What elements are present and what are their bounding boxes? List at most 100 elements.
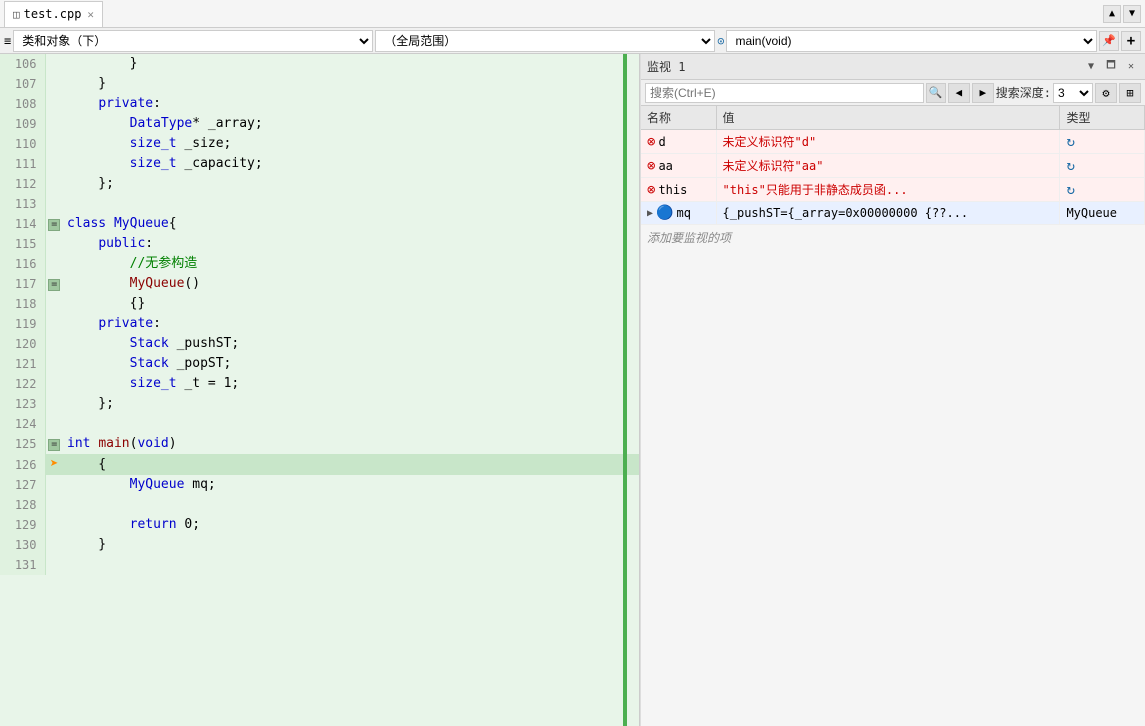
func-icon: ⊙ bbox=[717, 34, 724, 48]
watch-search-btn[interactable]: 🔍 bbox=[926, 83, 946, 103]
scope-select[interactable]: （全局范围） bbox=[375, 30, 715, 52]
code-line[interactable]: MyQueue() bbox=[63, 274, 639, 294]
code-line[interactable]: {} bbox=[63, 294, 639, 314]
fold-marker[interactable]: = bbox=[48, 439, 60, 451]
table-row: 120 Stack _pushST; bbox=[0, 334, 639, 354]
code-line[interactable]: } bbox=[63, 74, 639, 94]
code-editor[interactable]: 106 } 107 } 108 private: bbox=[0, 54, 640, 726]
expand-arrow-mq[interactable]: ▶ bbox=[647, 208, 653, 219]
gutter-arrow bbox=[45, 54, 63, 74]
table-row: 131 bbox=[0, 555, 639, 575]
table-row: 127 MyQueue mq; bbox=[0, 475, 639, 495]
code-line[interactable]: } bbox=[63, 535, 639, 555]
fold-marker[interactable]: = bbox=[48, 219, 60, 231]
pin-btn[interactable]: 📌 bbox=[1099, 31, 1119, 51]
watch-value-cell-d: 未定义标识符"d" bbox=[716, 130, 1060, 154]
line-number: 112 bbox=[0, 174, 45, 194]
gutter-arrow bbox=[45, 354, 63, 374]
line-number: 116 bbox=[0, 254, 45, 274]
table-row: 117 = MyQueue() bbox=[0, 274, 639, 294]
watch-refresh-aa[interactable]: ↻ bbox=[1066, 158, 1074, 174]
watch-value-mq: {_pushST={_array=0x00000000 {??... bbox=[723, 206, 969, 220]
code-line[interactable]: return 0; bbox=[63, 515, 639, 535]
watch-value-this: "this"只能用于非静态成员函... bbox=[723, 183, 908, 197]
func-select[interactable]: main(void) bbox=[726, 30, 1097, 52]
code-line[interactable]: private: bbox=[63, 94, 639, 114]
class-icon: ≡ bbox=[4, 34, 11, 48]
watch-dropdown-btn[interactable]: ▼ bbox=[1083, 59, 1099, 75]
gutter-arrow bbox=[45, 94, 63, 114]
watch-action-btn1[interactable]: ⚙ bbox=[1095, 83, 1117, 103]
watch-name-mq: mq bbox=[676, 206, 690, 220]
watch-name-cell[interactable]: ⊗ aa bbox=[641, 154, 716, 178]
watch-panel: 监视 1 ▼ 🗖 ✕ 🔍 ◀ ▶ 搜索深度: 3 1 2 4 5 ⚙ ⊞ bbox=[640, 54, 1145, 726]
arrow-up-btn[interactable]: ▲ bbox=[1103, 5, 1121, 23]
tab-close-btn[interactable]: ✕ bbox=[87, 8, 94, 21]
object-icon-mq: 🔵 bbox=[656, 205, 673, 221]
code-line[interactable]: size_t _t = 1; bbox=[63, 374, 639, 394]
watch-refresh-this[interactable]: ↻ bbox=[1066, 182, 1074, 198]
watch-restore-btn[interactable]: 🗖 bbox=[1103, 59, 1119, 75]
error-icon: ⊗ bbox=[647, 134, 655, 150]
col-name-header: 名称 bbox=[641, 106, 716, 130]
code-line[interactable]: }; bbox=[63, 394, 639, 414]
code-line[interactable] bbox=[63, 555, 639, 575]
code-line[interactable]: //无参构造 bbox=[63, 254, 639, 274]
watch-value-cell-mq: {_pushST={_array=0x00000000 {??... bbox=[716, 202, 1060, 225]
code-line[interactable]: }; bbox=[63, 174, 639, 194]
title-bar-arrows: ▲ ▼ bbox=[1103, 5, 1141, 23]
line-number: 121 bbox=[0, 354, 45, 374]
watch-name-cell[interactable]: ⊗ d bbox=[641, 130, 716, 154]
add-btn[interactable]: + bbox=[1121, 31, 1141, 51]
code-line[interactable]: public: bbox=[63, 234, 639, 254]
code-line[interactable]: MyQueue mq; bbox=[63, 475, 639, 495]
table-row: 123 }; bbox=[0, 394, 639, 414]
code-line[interactable] bbox=[63, 495, 639, 515]
watch-table-header: 名称 值 类型 bbox=[641, 106, 1145, 130]
line-number: 131 bbox=[0, 555, 45, 575]
watch-depth-select[interactable]: 3 1 2 4 5 bbox=[1053, 83, 1093, 103]
watch-name-cell[interactable]: ⊗ this bbox=[641, 178, 716, 202]
table-row: 116 //无参构造 bbox=[0, 254, 639, 274]
code-line[interactable]: int main(void) bbox=[63, 434, 639, 454]
watch-action-btn2[interactable]: ⊞ bbox=[1119, 83, 1141, 103]
code-line[interactable]: DataType* _array; bbox=[63, 114, 639, 134]
watch-search-input[interactable] bbox=[645, 83, 924, 103]
table-row: 130 } bbox=[0, 535, 639, 555]
class-select[interactable]: 类和对象（下） bbox=[13, 30, 373, 52]
gutter-arrow: = bbox=[45, 434, 63, 454]
line-number: 107 bbox=[0, 74, 45, 94]
code-line[interactable]: Stack _popST; bbox=[63, 354, 639, 374]
line-number: 106 bbox=[0, 54, 45, 74]
watch-refresh-d[interactable]: ↻ bbox=[1066, 134, 1074, 150]
watch-row-this: ⊗ this "this"只能用于非静态成员函... ↻ bbox=[641, 178, 1145, 202]
watch-name-this: this bbox=[658, 183, 687, 197]
file-tab[interactable]: ◫ test.cpp ✕ bbox=[4, 1, 103, 27]
line-number: 110 bbox=[0, 134, 45, 154]
table-row: 128 bbox=[0, 495, 639, 515]
code-line[interactable]: } bbox=[63, 54, 639, 74]
watch-type-cell-aa: ↻ bbox=[1060, 154, 1145, 178]
watch-nav-forward-btn[interactable]: ▶ bbox=[972, 83, 994, 103]
code-line[interactable]: private: bbox=[63, 314, 639, 334]
table-row: 118 {} bbox=[0, 294, 639, 314]
gutter-arrow bbox=[45, 555, 63, 575]
table-row: 129 return 0; bbox=[0, 515, 639, 535]
code-line[interactable]: size_t _size; bbox=[63, 134, 639, 154]
watch-add-item[interactable]: 添加要监视的项 bbox=[641, 225, 1145, 250]
code-line[interactable]: class MyQueue{ bbox=[63, 214, 639, 234]
watch-type-cell-mq: MyQueue bbox=[1060, 202, 1145, 225]
code-line[interactable]: { bbox=[63, 454, 639, 475]
watch-nav-back-btn[interactable]: ◀ bbox=[948, 83, 970, 103]
fold-marker[interactable]: = bbox=[48, 279, 60, 291]
line-number: 126 bbox=[0, 454, 45, 475]
code-line[interactable]: Stack _pushST; bbox=[63, 334, 639, 354]
watch-name-cell[interactable]: ▶ 🔵 mq bbox=[641, 202, 716, 225]
code-line[interactable] bbox=[63, 194, 639, 214]
gutter-arrow bbox=[45, 334, 63, 354]
arrow-down-btn[interactable]: ▼ bbox=[1123, 5, 1141, 23]
gutter-arrow: = bbox=[45, 214, 63, 234]
code-line[interactable] bbox=[63, 414, 639, 434]
watch-close-btn[interactable]: ✕ bbox=[1123, 59, 1139, 75]
code-line[interactable]: size_t _capacity; bbox=[63, 154, 639, 174]
